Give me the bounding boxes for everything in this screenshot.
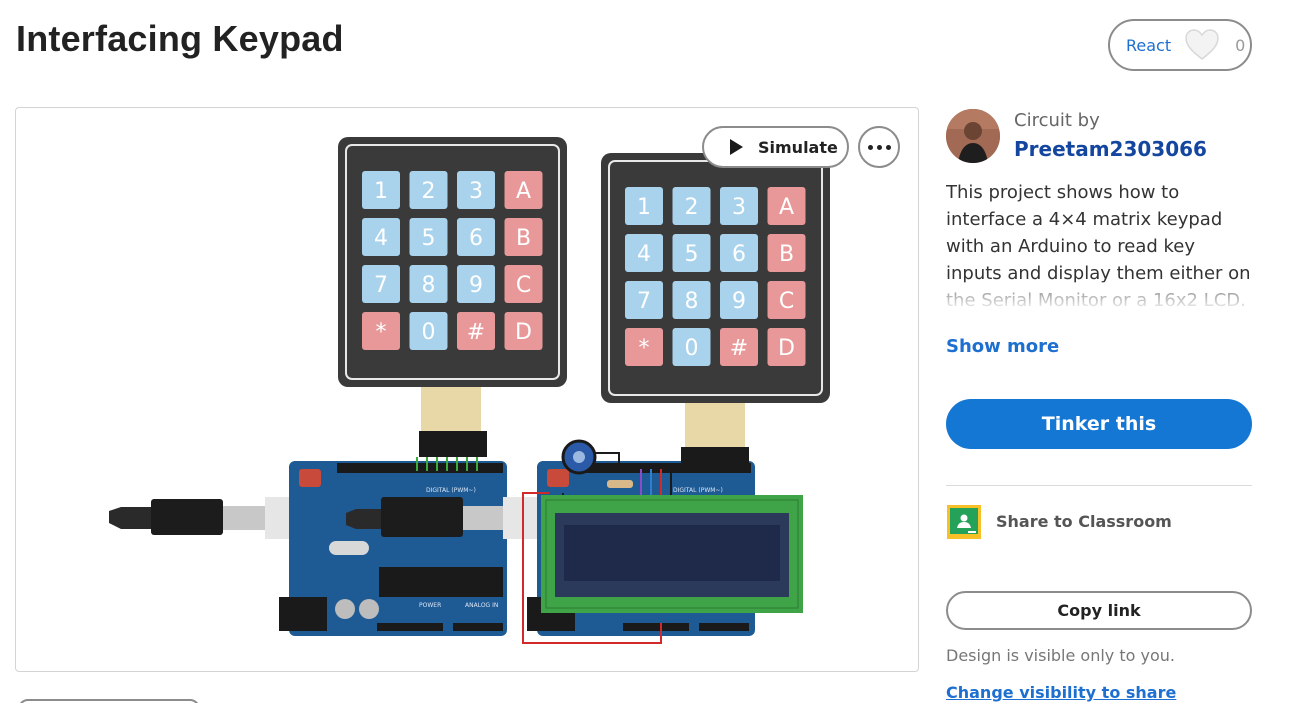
board-1-digital-label: DIGITAL (PWM~)	[426, 487, 476, 494]
keypad-1-key-label: 9	[469, 273, 483, 298]
keypad-2-key-label: 9	[732, 289, 746, 314]
usb-cable-left	[109, 497, 295, 539]
more-icon-dot	[885, 144, 891, 150]
board-2-digital-label: DIGITAL (PWM~)	[673, 487, 723, 494]
react-button[interactable]: React 0	[1108, 19, 1252, 71]
react-label: React	[1126, 35, 1172, 55]
circuit-preview[interactable]: DIGITAL (PWM~) POWER ANALOG IN DIGITAL (…	[15, 107, 919, 672]
keypad-2-key-label: 3	[732, 195, 746, 220]
keypad-2-key-label: *	[639, 336, 650, 361]
keypad-2-key-label: C	[779, 289, 794, 314]
keypad-2-key-label: D	[778, 336, 795, 361]
page-title: Interfacing Keypad	[16, 18, 344, 59]
keypad-1-key-label: 8	[422, 273, 436, 298]
keypad-1-key-label: 7	[374, 273, 388, 298]
more-icon-dot	[867, 144, 873, 150]
simulate-label: Simulate	[758, 137, 838, 157]
share-to-classroom-label[interactable]: Share to Classroom	[996, 512, 1172, 531]
keypad-2-key-label: 2	[685, 195, 699, 220]
arduino-board-1: DIGITAL (PWM~) POWER ANALOG IN	[279, 461, 507, 636]
keypad-2-key-label: 0	[685, 336, 699, 361]
keypad-2-key-label: 5	[685, 242, 699, 267]
more-options-button[interactable]	[858, 126, 900, 168]
keypad-2: 1 2 3 A 4 5 6 B 7 8 9 C * 0 # D	[601, 153, 830, 403]
keypad-1-ribbon	[419, 387, 487, 457]
keypad-1-key-label: 4	[374, 226, 388, 251]
keypad-2-key-label: 4	[637, 242, 651, 267]
keypad-1-key-label: A	[516, 179, 531, 204]
description-fade	[946, 282, 1256, 312]
lcd-display	[541, 495, 803, 613]
change-visibility-link[interactable]: Change visibility to share	[946, 683, 1176, 702]
board-1-power-label: POWER	[419, 602, 441, 609]
copy-link-button[interactable]: Copy link	[946, 591, 1252, 630]
keypad-1: 1 2 3 A 4 5 6 B 7 8 9 C * 0 # D	[338, 137, 567, 387]
project-page: Interfacing Keypad React 0 DIGITAL (PWM~…	[0, 0, 1297, 703]
more-icon-dot	[876, 144, 882, 150]
keypad-1-key-label: 6	[469, 226, 483, 251]
keypad-1-key-label: C	[516, 273, 531, 298]
visibility-note: Design is visible only to you.	[946, 646, 1175, 665]
keypad-2-ribbon	[681, 403, 749, 473]
keypad-1-key-label: 3	[469, 179, 483, 204]
google-classroom-icon[interactable]	[946, 504, 982, 540]
keypad-1-key-label: 0	[422, 320, 436, 345]
keypad-2-key-label: #	[730, 336, 748, 361]
keypad-2-key-label: B	[779, 242, 794, 267]
keypad-1-key-label: D	[515, 320, 532, 345]
avatar-image	[946, 109, 1000, 163]
divider	[946, 485, 1252, 486]
keypad-2-key-label: A	[779, 195, 794, 220]
keypad-2-key-label: 7	[637, 289, 651, 314]
show-more-link[interactable]: Show more	[946, 336, 1059, 357]
keypad-2-key-label: 1	[637, 195, 651, 220]
tinker-this-button[interactable]: Tinker this	[946, 399, 1252, 449]
keypad-2-key-label: 6	[732, 242, 746, 267]
keypad-1-key-label: 2	[422, 179, 436, 204]
board-1-analog-label: ANALOG IN	[465, 602, 498, 609]
keypad-1-key-label: B	[516, 226, 531, 251]
keypad-1-key-label: #	[467, 320, 485, 345]
keypad-1-key-label: 5	[422, 226, 436, 251]
resistor	[607, 480, 633, 488]
author-avatar[interactable]	[946, 109, 1000, 163]
keypad-1-key-label: 1	[374, 179, 388, 204]
bottom-button-partial[interactable]	[18, 699, 200, 703]
keypad-1-key-label: *	[376, 320, 387, 345]
author-link[interactable]: Preetam2303066	[1014, 137, 1207, 161]
byline-label: Circuit by	[1014, 110, 1100, 131]
circuit-image: DIGITAL (PWM~) POWER ANALOG IN DIGITAL (…	[109, 137, 830, 644]
simulate-button[interactable]: Simulate	[702, 126, 849, 168]
play-icon	[730, 139, 743, 155]
keypad-2-key-label: 8	[685, 289, 699, 314]
heart-icon	[1185, 29, 1219, 60]
react-count: 0	[1235, 35, 1246, 55]
